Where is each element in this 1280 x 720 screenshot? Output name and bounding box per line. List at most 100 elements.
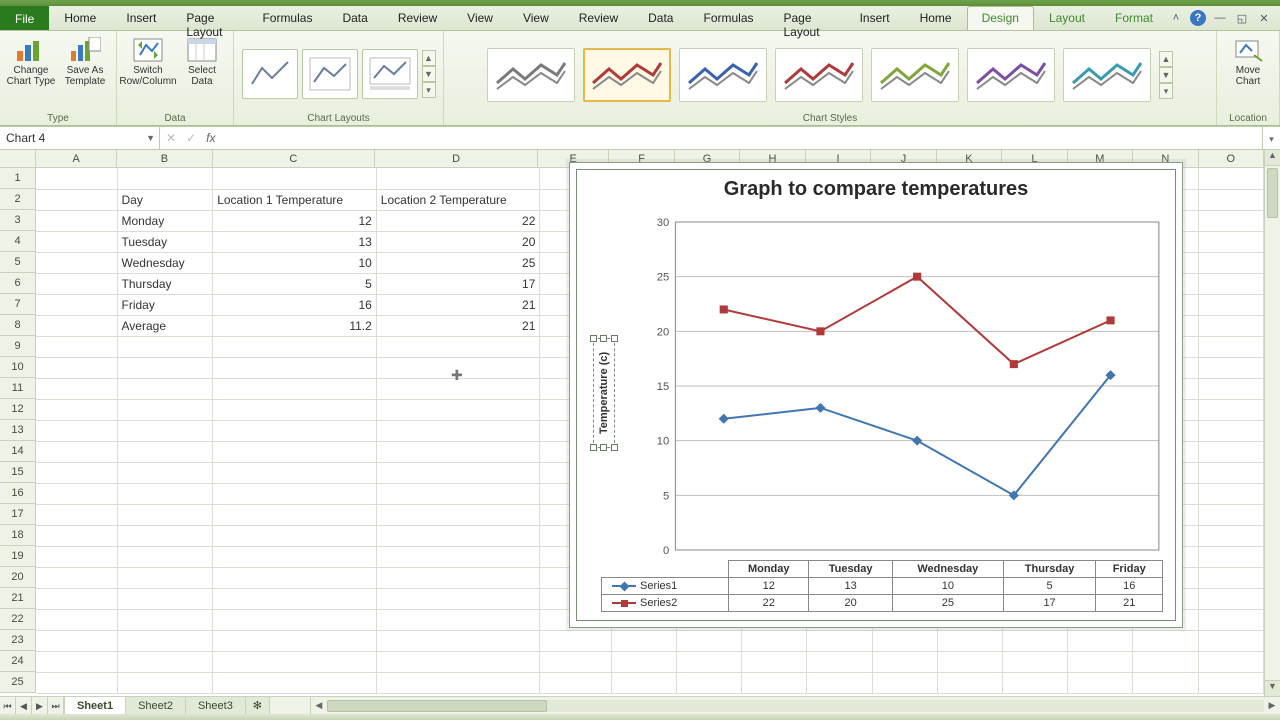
move-chart-button[interactable]: MoveChart [1223,33,1273,87]
cell-D8[interactable]: 21 [376,315,540,336]
cell-C11[interactable] [213,378,377,399]
row-header-21[interactable]: 21 [0,588,36,609]
sheet-first-icon[interactable]: ⏮ [0,697,16,714]
chart-style-5[interactable] [871,48,959,102]
cell-B1[interactable] [117,168,213,189]
cell-D21[interactable] [376,588,540,609]
scroll-down-icon[interactable]: ▼ [1265,680,1280,696]
chart-style-7[interactable] [1063,48,1151,102]
row-header-18[interactable]: 18 [0,525,36,546]
cell-E25[interactable] [540,672,611,693]
minimize-icon[interactable]: — [1212,10,1228,26]
cell-M24[interactable] [1068,651,1133,672]
cell-A19[interactable] [36,546,117,567]
column-header-C[interactable]: C [213,150,376,168]
cell-O9[interactable] [1198,336,1263,357]
cell-B17[interactable] [117,504,213,525]
cell-O23[interactable] [1198,630,1263,651]
sheet-last-icon[interactable]: ⏭ [48,697,64,714]
row-header-9[interactable]: 9 [0,336,36,357]
cell-B5[interactable]: Wednesday [117,252,213,273]
cell-C25[interactable] [213,672,377,693]
cell-A7[interactable] [36,294,117,315]
cell-O19[interactable] [1198,546,1263,567]
cell-F23[interactable] [611,630,676,651]
cell-I25[interactable] [807,672,872,693]
cell-C16[interactable] [213,483,377,504]
row-header-16[interactable]: 16 [0,483,36,504]
tab-formulas[interactable]: Formulas [688,6,768,30]
cell-D7[interactable]: 21 [376,294,540,315]
name-box-dropdown-icon[interactable]: ▼ [146,133,155,143]
cell-O25[interactable] [1198,672,1263,693]
cell-C12[interactable] [213,399,377,420]
row-header-14[interactable]: 14 [0,441,36,462]
cell-C9[interactable] [213,336,377,357]
chart-style-3[interactable] [679,48,767,102]
cell-B15[interactable] [117,462,213,483]
cell-B2[interactable]: Day [117,189,213,210]
cell-O7[interactable] [1198,294,1263,315]
cell-B18[interactable] [117,525,213,546]
cell-A25[interactable] [36,672,117,693]
cell-C13[interactable] [213,420,377,441]
cell-A8[interactable] [36,315,117,336]
cell-A14[interactable] [36,441,117,462]
cell-D4[interactable]: 20 [376,231,540,252]
cell-O20[interactable] [1198,567,1263,588]
tab-design[interactable]: Design [967,6,1034,30]
row-header-24[interactable]: 24 [0,651,36,672]
cell-D22[interactable] [376,609,540,630]
cell-L23[interactable] [1002,630,1067,651]
cell-O12[interactable] [1198,399,1263,420]
cell-H24[interactable] [742,651,807,672]
cell-E24[interactable] [540,651,611,672]
cell-B23[interactable] [117,630,213,651]
cell-K25[interactable] [937,672,1002,693]
row-header-25[interactable]: 25 [0,672,36,693]
cell-F25[interactable] [611,672,676,693]
chart-style-1[interactable] [487,48,575,102]
chart-title[interactable]: Graph to compare temperatures [577,170,1175,205]
cell-B4[interactable]: Tuesday [117,231,213,252]
cell-O22[interactable] [1198,609,1263,630]
close-icon[interactable]: ✕ [1256,10,1272,26]
row-header-19[interactable]: 19 [0,546,36,567]
tab-layout[interactable]: Layout [1034,6,1100,30]
chart-plot[interactable]: 051015202530 [655,218,1165,556]
cell-B12[interactable] [117,399,213,420]
tab-review[interactable]: Review [564,6,633,30]
cell-D14[interactable] [376,441,540,462]
cell-G23[interactable] [676,630,741,651]
sheet-tab-sheet1[interactable]: Sheet1 [64,696,126,714]
cell-J25[interactable] [872,672,937,693]
chart-layout-1[interactable] [242,49,298,99]
cell-B8[interactable]: Average [117,315,213,336]
row-header-4[interactable]: 4 [0,231,36,252]
change-chart-type-button[interactable]: ChangeChart Type [6,33,56,87]
select-all-corner[interactable] [0,150,36,168]
cell-L25[interactable] [1002,672,1067,693]
name-box[interactable]: Chart 4 ▼ [0,127,160,149]
row-header-2[interactable]: 2 [0,189,36,210]
cell-O18[interactable] [1198,525,1263,546]
cell-H23[interactable] [742,630,807,651]
sheet-tabs[interactable]: Sheet1Sheet2Sheet3✻ [64,697,270,714]
sheet-nav[interactable]: ⏮ ◀ ▶ ⏭ [0,697,64,714]
cell-A2[interactable] [36,189,117,210]
vertical-scrollbar[interactable]: ▲ ▼ [1264,150,1280,696]
scroll-up-icon[interactable]: ▲ [1265,150,1280,166]
chart-plot-area[interactable]: Graph to compare temperatures Temperatur… [576,169,1176,621]
cell-D20[interactable] [376,567,540,588]
cell-N23[interactable] [1133,630,1198,651]
worksheet-grid[interactable]: ABCDEFGHIJKLMNO 123456789101112131415161… [0,150,1280,696]
cell-C7[interactable]: 16 [213,294,377,315]
formula-input-area[interactable]: ✕ ✓ fx [160,127,1262,149]
cell-A3[interactable] [36,210,117,231]
save-as-template-button[interactable]: Save AsTemplate [60,33,110,87]
tab-home[interactable]: Home [905,6,967,30]
cell-I23[interactable] [807,630,872,651]
tab-data[interactable]: Data [327,6,382,30]
cell-A6[interactable] [36,273,117,294]
cell-A24[interactable] [36,651,117,672]
